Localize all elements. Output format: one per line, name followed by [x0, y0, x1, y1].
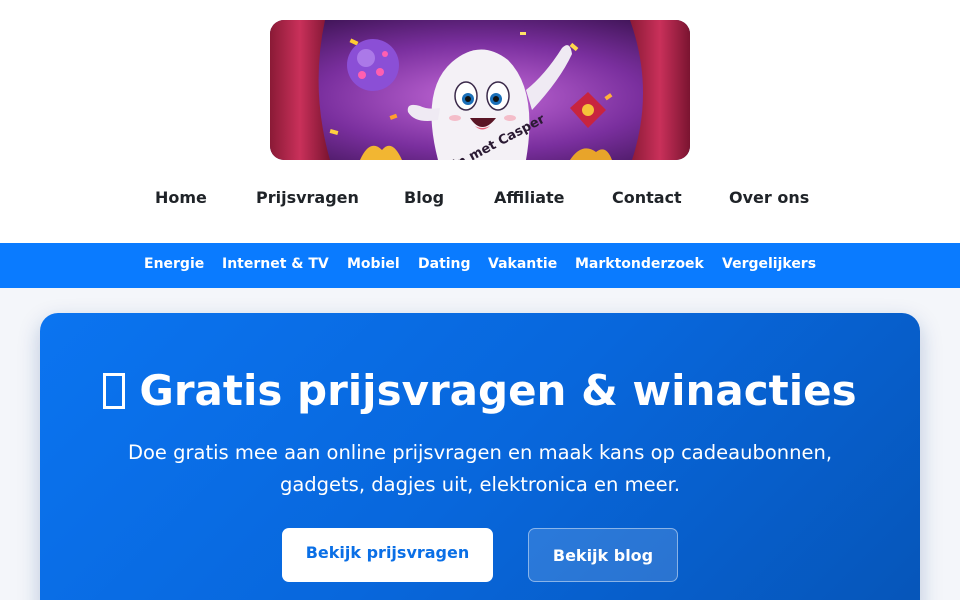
category-vakantie[interactable]: Vakantie	[488, 256, 557, 272]
category-vergelijkers[interactable]: Vergelijkers	[722, 256, 816, 272]
category-mobiel[interactable]: Mobiel	[347, 256, 400, 272]
casper-mascot-illustration: Win met Casper	[270, 20, 690, 160]
category-energie[interactable]: Energie	[144, 256, 204, 272]
nav-home[interactable]: Home	[155, 188, 207, 207]
nav-over-ons[interactable]: Over ons	[729, 188, 809, 207]
category-internet-tv[interactable]: Internet & TV	[222, 256, 329, 272]
casper-logo-banner[interactable]: Win met Casper	[270, 20, 690, 160]
hero-section: Gratis prijsvragen & winacties Doe grati…	[40, 313, 920, 600]
nav-contact[interactable]: Contact	[612, 188, 682, 207]
hero-title: Gratis prijsvragen & winacties	[40, 366, 920, 415]
main-navigation: Home Prijsvragen Blog Affiliate Contact …	[0, 188, 960, 214]
missing-glyph-icon	[103, 373, 126, 409]
bekijk-blog-button[interactable]: Bekijk blog	[528, 528, 678, 582]
site-header: Win met Casper Home Prijsvragen Blog Aff…	[0, 0, 960, 243]
hero-subtitle: Doe gratis mee aan online prijsvragen en…	[127, 441, 833, 496]
category-navigation: Energie Internet & TV Mobiel Dating Vaka…	[0, 243, 960, 288]
nav-prijsvragen[interactable]: Prijsvragen	[256, 188, 359, 207]
nav-blog[interactable]: Blog	[404, 188, 444, 207]
bekijk-prijsvragen-button[interactable]: Bekijk prijsvragen	[282, 528, 493, 582]
nav-affiliate[interactable]: Affiliate	[494, 188, 565, 207]
hero-title-text: Gratis prijsvragen & winacties	[139, 366, 857, 415]
category-dating[interactable]: Dating	[418, 256, 471, 272]
category-marktonderzoek[interactable]: Marktonderzoek	[575, 256, 704, 272]
